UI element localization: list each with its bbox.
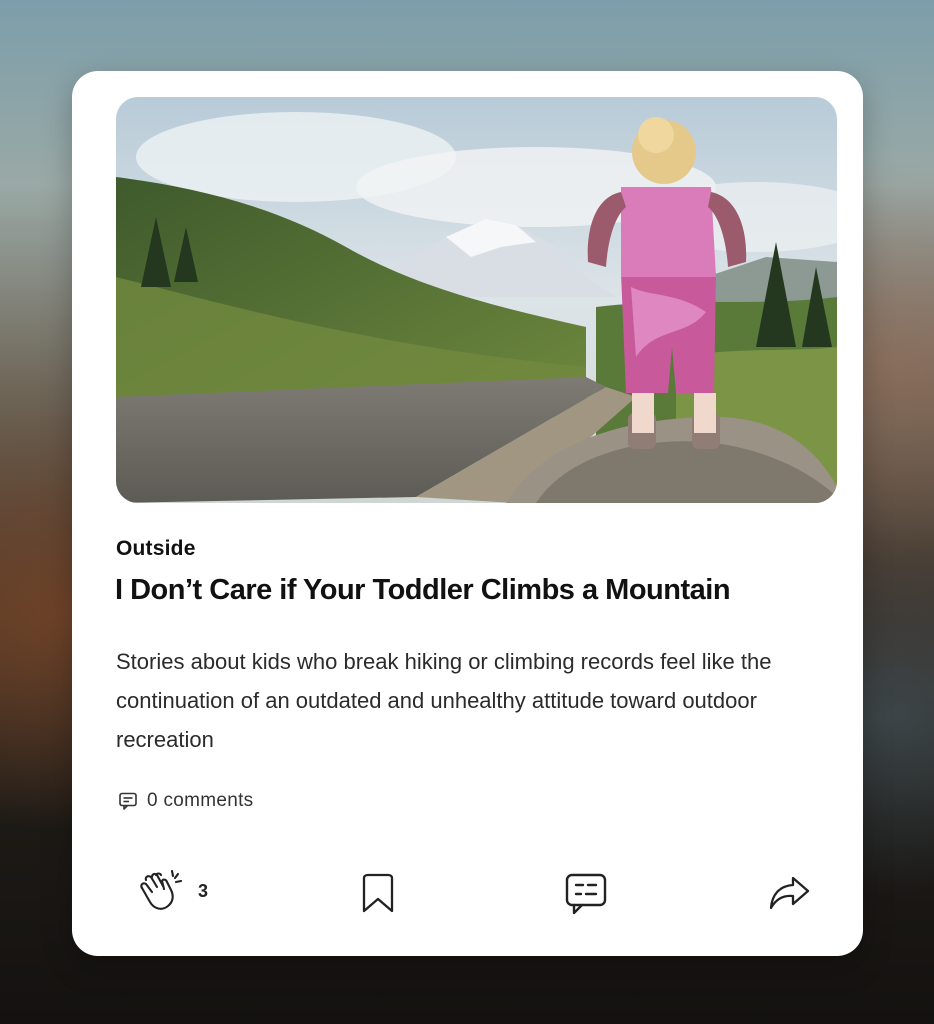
- reply-button[interactable]: [564, 872, 608, 916]
- bookmark-button[interactable]: [358, 872, 398, 914]
- post-card[interactable]: Outside I Don’t Care if Your Toddler Cli…: [72, 71, 863, 956]
- share-button[interactable]: [768, 873, 812, 913]
- hero-image[interactable]: [116, 97, 837, 503]
- clap-button[interactable]: 3: [136, 868, 208, 914]
- clap-icon: [136, 868, 186, 914]
- comment-icon: [118, 791, 138, 811]
- share-arrow-icon: [768, 873, 812, 913]
- comments-summary[interactable]: 0 comments: [118, 790, 253, 812]
- bookmark-icon: [358, 872, 398, 914]
- post-title[interactable]: I Don’t Care if Your Toddler Climbs a Mo…: [115, 574, 731, 607]
- clap-count: 3: [198, 880, 209, 901]
- comment-bubble-icon: [564, 872, 608, 916]
- post-excerpt: Stories about kids who break hiking or c…: [116, 649, 772, 752]
- comments-count-label: 0 comments: [147, 790, 254, 811]
- publication-name[interactable]: Outside: [116, 537, 196, 561]
